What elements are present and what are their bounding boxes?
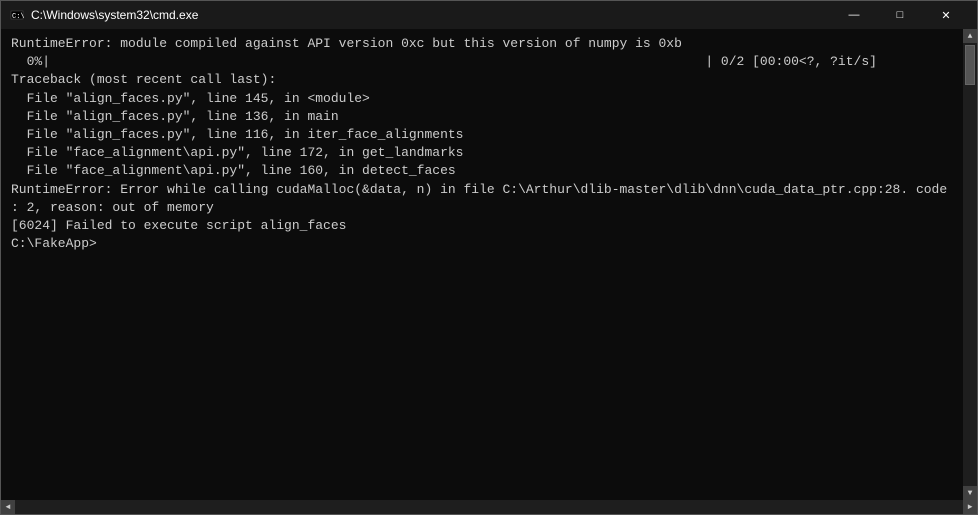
terminal-line: C:\FakeApp> bbox=[11, 235, 967, 253]
terminal-line: RuntimeError: module compiled against AP… bbox=[11, 35, 967, 53]
terminal-line: : 2, reason: out of memory bbox=[11, 199, 967, 217]
scroll-left-arrow[interactable]: ◄ bbox=[1, 500, 15, 514]
terminal-line: File "face_alignment\api.py", line 160, … bbox=[11, 162, 967, 180]
title-bar: C:\ C:\Windows\system32\cmd.exe — □ ✕ bbox=[1, 1, 977, 29]
h-scroll-track bbox=[15, 500, 963, 514]
terminal-output: RuntimeError: module compiled against AP… bbox=[5, 33, 973, 255]
cmd-icon: C:\ bbox=[9, 7, 25, 23]
terminal: RuntimeError: module compiled against AP… bbox=[1, 29, 977, 500]
terminal-line: 0%| | 0/2 [00:00<?, ?it/s] bbox=[11, 53, 967, 71]
minimize-button[interactable]: — bbox=[831, 1, 877, 29]
terminal-line: [6024] Failed to execute script align_fa… bbox=[11, 217, 967, 235]
scroll-thumb[interactable] bbox=[965, 45, 975, 85]
svg-text:C:\: C:\ bbox=[12, 13, 24, 21]
cmd-window: C:\ C:\Windows\system32\cmd.exe — □ ✕ Ru… bbox=[0, 0, 978, 515]
terminal-line: Traceback (most recent call last): bbox=[11, 71, 967, 89]
close-button[interactable]: ✕ bbox=[923, 1, 969, 29]
maximize-button[interactable]: □ bbox=[877, 1, 923, 29]
window-title: C:\Windows\system32\cmd.exe bbox=[31, 8, 831, 22]
terminal-line: RuntimeError: Error while calling cudaMa… bbox=[11, 181, 967, 199]
window-controls: — □ ✕ bbox=[831, 1, 969, 29]
horizontal-scrollbar[interactable]: ◄ ► bbox=[1, 500, 977, 514]
terminal-line: File "align_faces.py", line 145, in <mod… bbox=[11, 90, 967, 108]
content-area: RuntimeError: module compiled against AP… bbox=[1, 29, 977, 500]
vertical-scrollbar[interactable]: ▲ ▼ bbox=[963, 29, 977, 500]
scroll-up-arrow[interactable]: ▲ bbox=[963, 29, 977, 43]
terminal-line: File "align_faces.py", line 116, in iter… bbox=[11, 126, 967, 144]
scroll-right-arrow[interactable]: ► bbox=[963, 500, 977, 514]
terminal-line: File "face_alignment\api.py", line 172, … bbox=[11, 144, 967, 162]
terminal-line: File "align_faces.py", line 136, in main bbox=[11, 108, 967, 126]
scroll-track bbox=[963, 43, 977, 486]
scroll-down-arrow[interactable]: ▼ bbox=[963, 486, 977, 500]
